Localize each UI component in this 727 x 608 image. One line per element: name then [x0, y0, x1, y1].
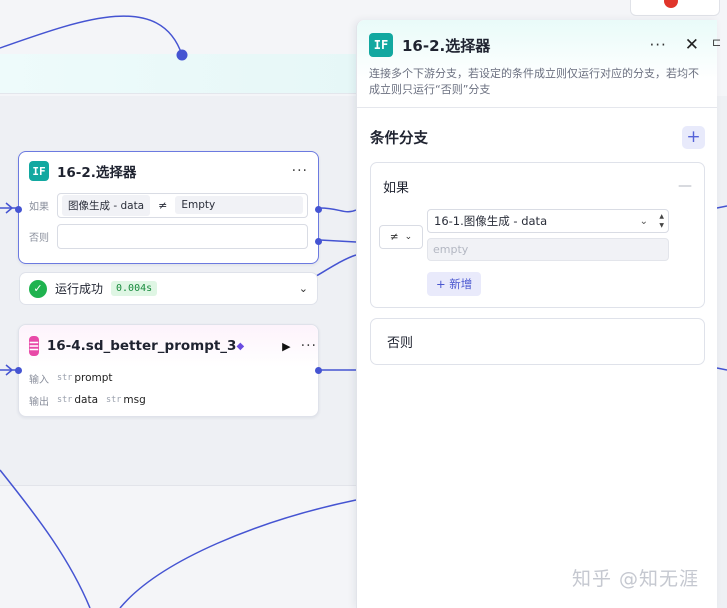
- add-branch-button[interactable]: +: [682, 125, 705, 149]
- add-condition-button[interactable]: + 新增: [427, 272, 482, 296]
- if-branch-card: 如果 — ≠ ⌄ 16-1.图像生成 - data ⌄ ▲ ▼ empty + 新…: [370, 162, 705, 308]
- check-circle-icon: ✓: [29, 279, 47, 298]
- if-node-header[interactable]: IF 16-2.选择器 ···: [19, 152, 318, 190]
- if-node[interactable]: IF 16-2.选择器 ··· 如果 图像生成 - data ≠ Empty 否…: [15, 151, 322, 264]
- else-output-port[interactable]: [315, 238, 322, 245]
- node-settings-panel: IF 16-2.选择器 ··· ✕ 连接多个下游分支，若设定的条件成立则仅运行对…: [356, 20, 717, 608]
- if-icon: IF: [29, 161, 49, 181]
- run-status-bar[interactable]: ✓ 运行成功 0.004s ⌄: [19, 272, 318, 305]
- value-input[interactable]: empty: [427, 238, 669, 261]
- param-name: data: [74, 394, 99, 406]
- more-icon[interactable]: ···: [301, 338, 317, 354]
- condition-value: Empty: [175, 196, 303, 214]
- conditions-section-header: 条件分支 +: [357, 108, 717, 152]
- input-param: str prompt: [57, 372, 113, 384]
- run-time-badge: 0.004s: [111, 281, 158, 296]
- else-row-label: 否则: [29, 232, 49, 244]
- variable-value: 16-1.图像生成 - data: [434, 214, 548, 228]
- condition-variable: 图像生成 - data: [62, 194, 151, 216]
- if-node-title: 16-2.选择器: [57, 165, 137, 181]
- output-param: str msg: [106, 394, 146, 406]
- param-type: str: [57, 395, 73, 405]
- run-status-label: 运行成功: [55, 282, 104, 296]
- chevron-down-icon: ⌄: [639, 215, 648, 227]
- section-title: 条件分支: [370, 130, 428, 147]
- panel-header: IF 16-2.选择器 ··· ✕ 连接多个下游分支，若设定的条件成立则仅运行对…: [357, 20, 717, 108]
- more-icon[interactable]: ···: [292, 163, 308, 179]
- variable-select[interactable]: 16-1.图像生成 - data ⌄ ▲ ▼: [427, 209, 669, 233]
- side-toolbar-icon[interactable]: ⊏: [712, 36, 721, 49]
- param-type: str: [57, 373, 73, 383]
- output-row: 输出 str data str msg: [19, 389, 318, 411]
- input-port[interactable]: [15, 367, 22, 374]
- stepper-icon[interactable]: ▲ ▼: [659, 212, 664, 230]
- watermark: 知乎 @知无涯: [572, 568, 700, 590]
- if-condition[interactable]: 图像生成 - data ≠ Empty: [57, 192, 308, 218]
- prompt-node[interactable]: ☰ 16-4.sd_better_prompt_3 ◆ ▶ ··· 输入 str…: [15, 324, 322, 417]
- output-label: 输出: [29, 396, 49, 408]
- else-row: 否则: [19, 220, 318, 252]
- else-branch-card[interactable]: 否则: [370, 318, 705, 365]
- panel-description: 连接多个下游分支，若设定的条件成立则仅运行对应的分支，若均不成立则只运行“否则”…: [369, 67, 699, 96]
- prompt-node-title: 16-4.sd_better_prompt_3: [46, 338, 237, 354]
- else-condition[interactable]: [57, 223, 308, 249]
- close-icon[interactable]: ✕: [685, 35, 699, 55]
- input-label: 输入: [29, 374, 49, 386]
- if-branch-label: 如果: [383, 180, 410, 196]
- param-name: msg: [123, 394, 146, 406]
- if-icon: IF: [369, 33, 393, 57]
- panel-title[interactable]: 16-2.选择器: [402, 35, 649, 56]
- if-condition-row: 如果 图像生成 - data ≠ Empty: [19, 190, 318, 220]
- input-row: 输入 str prompt: [19, 367, 318, 389]
- if-row-label: 如果: [29, 201, 49, 213]
- prompt-icon: ☰: [29, 336, 39, 356]
- not-equal-icon: ≠: [389, 231, 399, 243]
- input-port[interactable]: [15, 206, 22, 213]
- operator-select[interactable]: ≠ ⌄: [379, 225, 423, 249]
- not-equal-icon: ≠: [158, 198, 168, 212]
- chevron-down-icon: ⌄: [404, 232, 413, 242]
- param-name: prompt: [74, 372, 113, 384]
- prompt-node-header[interactable]: ☰ 16-4.sd_better_prompt_3 ◆ ▶ ···: [19, 325, 318, 367]
- else-branch-label: 否则: [387, 336, 414, 351]
- run-icon[interactable]: ▶: [282, 340, 290, 353]
- output-port[interactable]: [315, 367, 322, 374]
- if-output-port[interactable]: [315, 206, 322, 213]
- more-icon[interactable]: ···: [649, 36, 666, 54]
- collapse-icon[interactable]: —: [678, 178, 692, 194]
- chevron-down-icon[interactable]: ⌄: [299, 282, 308, 295]
- param-type: str: [106, 395, 122, 405]
- output-param: str data: [57, 394, 98, 406]
- diamond-icon: ◆: [236, 340, 245, 352]
